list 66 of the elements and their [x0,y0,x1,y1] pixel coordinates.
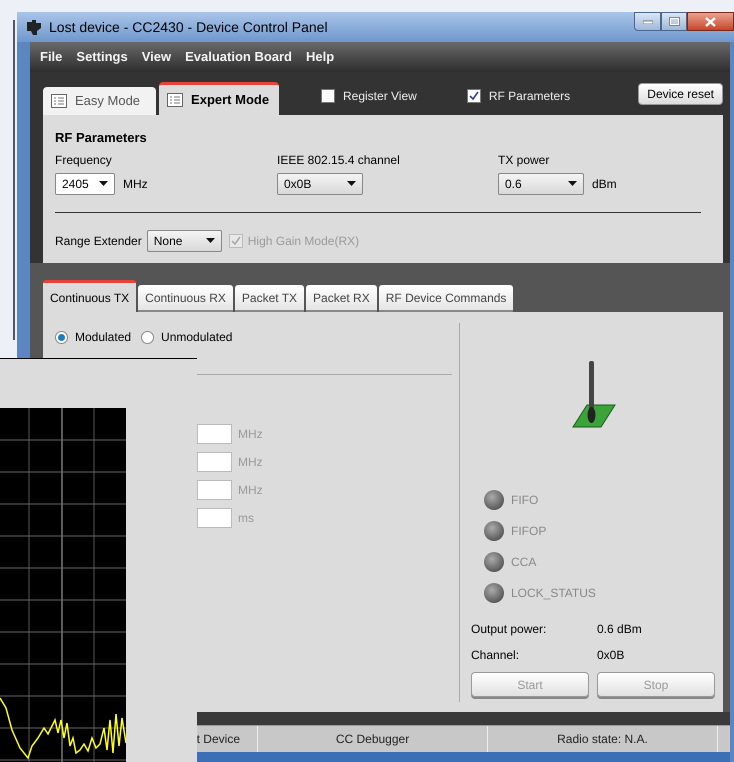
readout-label: Channel: [471,647,520,664]
dropdown-caret-icon [568,181,577,186]
menu-item[interactable]: File [40,47,62,67]
unit-label: MHz [238,454,263,471]
section-heading: RF Parameters [55,129,148,147]
dropdown-caret-icon [99,181,108,186]
checkbox[interactable] [321,89,335,103]
status-text: CC Debugger [336,731,410,748]
readout-value: 0x0B [597,647,624,664]
field-label: Frequency [55,152,113,168]
field-label: Range Extender [55,232,142,250]
maximize-icon [668,17,680,26]
led-label: FIFO [511,492,538,509]
minimize-icon [642,20,652,24]
input-field[interactable] [197,452,232,472]
close-button[interactable] [687,12,734,31]
maximize-button[interactable] [661,12,687,31]
minimize-button[interactable] [634,12,661,31]
input-field[interactable] [197,480,232,500]
unit-label: MHz [238,426,263,443]
list-icon [167,93,184,107]
checkbox-label: High Gain Mode(RX) [248,232,360,250]
unit-label: MHz [123,176,148,192]
mode-tab[interactable]: Expert Mode [159,82,280,115]
led-label: CCA [511,554,536,571]
test-tab[interactable]: RF Device Commands [378,285,514,312]
readout-label: Output power: [471,621,548,638]
window-title: Lost device - CC2430 - Device Control Panel [49,18,328,36]
led-label: FIFOP [511,523,546,540]
status-text: t Device [196,731,240,748]
input-field[interactable] [197,508,232,528]
menu-item[interactable]: Settings [76,47,128,67]
checkbox-label: Register View [343,88,417,105]
close-icon [705,16,716,26]
field-label: TX power [498,152,550,168]
unit-label: MHz [238,482,263,499]
unit-label: ms [238,510,254,527]
menu-item[interactable]: Evaluation Board [185,47,292,67]
readout-value: 0.6 dBm [597,621,642,638]
radio-label: Unmodulated [161,329,232,346]
unit-label: dBm [592,176,617,192]
field-label: IEEE 802.15.4 channel [277,152,401,168]
led-label: LOCK_STATUS [511,585,596,602]
status-text: Radio state: N.A. [557,731,648,748]
mode-tab[interactable]: Easy Mode [43,87,156,115]
input-field[interactable] [197,424,232,444]
menu-item[interactable]: View [142,47,172,67]
checkbox-label: RF Parameters [488,88,570,105]
app-logo-icon [25,18,43,36]
checkbox[interactable] [466,89,481,103]
radio-label: Modulated [75,329,132,346]
test-tab[interactable]: Continuous TX [43,280,136,312]
device-reset-button[interactable]: Device reset [638,83,723,105]
radio-button[interactable] [55,330,68,344]
radio-button[interactable] [141,330,154,344]
dropdown[interactable]: 0.6 [498,172,584,194]
test-tab[interactable]: Continuous RX [138,285,233,312]
list-icon [51,94,67,108]
test-tab[interactable]: Packet RX [306,285,377,312]
dropdown-caret-icon [206,238,215,243]
dropdown[interactable]: 0x0B [277,172,363,194]
menu-item[interactable]: Help [306,47,334,67]
test-tab[interactable]: Packet TX [234,285,304,312]
dropdown[interactable]: None [146,230,222,252]
dropdown-caret-icon [347,181,356,186]
dropdown[interactable]: 2405 [55,172,115,194]
